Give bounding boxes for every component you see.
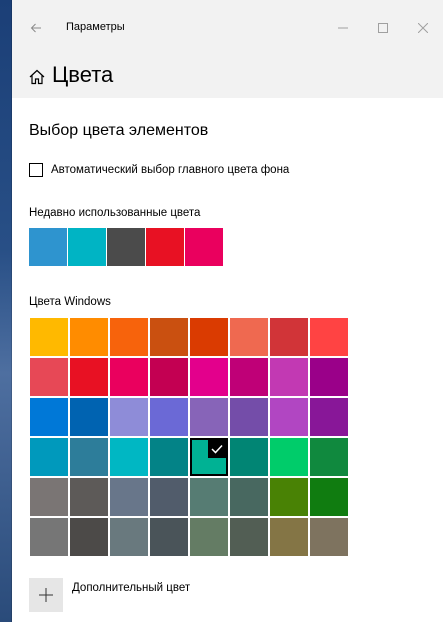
color-swatch[interactable] xyxy=(310,318,348,356)
color-swatch[interactable] xyxy=(30,518,68,556)
windows-colors-grid xyxy=(30,318,348,556)
color-swatch[interactable] xyxy=(70,478,108,516)
back-arrow-icon xyxy=(30,23,41,33)
color-swatch[interactable] xyxy=(230,398,268,436)
color-swatch[interactable] xyxy=(30,318,68,356)
color-swatch[interactable] xyxy=(230,318,268,356)
color-swatch[interactable] xyxy=(150,478,188,516)
color-swatch[interactable] xyxy=(270,518,308,556)
color-swatch[interactable] xyxy=(190,358,228,396)
color-swatch[interactable] xyxy=(110,478,148,516)
windows-colors-label: Цвета Windows xyxy=(29,296,111,308)
settings-window: Параметры Цвета Выбор цвета элементов Ав… xyxy=(12,0,443,622)
color-swatch[interactable] xyxy=(150,318,188,356)
custom-color-row[interactable]: Дополнительный цвет xyxy=(29,578,190,612)
color-swatch[interactable] xyxy=(230,358,268,396)
color-swatch[interactable] xyxy=(310,438,348,476)
recent-colors-row xyxy=(29,228,223,266)
recent-color-swatch[interactable] xyxy=(146,228,184,266)
color-swatch[interactable] xyxy=(110,318,148,356)
color-swatch[interactable] xyxy=(70,358,108,396)
section-title: Выбор цвета элементов xyxy=(29,122,209,139)
color-swatch[interactable] xyxy=(150,358,188,396)
color-swatch[interactable] xyxy=(70,518,108,556)
color-swatch[interactable] xyxy=(310,358,348,396)
color-swatch[interactable] xyxy=(190,478,228,516)
minimize-button[interactable] xyxy=(323,14,363,42)
color-swatch[interactable] xyxy=(190,318,228,356)
close-icon xyxy=(418,23,428,33)
minimize-icon xyxy=(338,27,348,29)
page-header: Цвета xyxy=(12,56,443,98)
color-swatch[interactable] xyxy=(70,318,108,356)
maximize-button[interactable] xyxy=(363,14,403,42)
color-swatch[interactable] xyxy=(190,398,228,436)
window-controls xyxy=(323,14,443,42)
color-swatch[interactable] xyxy=(30,478,68,516)
recent-color-swatch[interactable] xyxy=(185,228,223,266)
page-title: Цвета xyxy=(52,62,114,87)
plus-icon xyxy=(39,588,53,602)
checkmark-icon xyxy=(208,440,226,458)
color-swatch[interactable] xyxy=(70,438,108,476)
color-swatch[interactable] xyxy=(110,398,148,436)
custom-color-label: Дополнительный цвет xyxy=(72,582,191,594)
color-swatch[interactable] xyxy=(270,398,308,436)
color-swatch[interactable] xyxy=(270,318,308,356)
color-swatch[interactable] xyxy=(230,478,268,516)
recent-colors-label: Недавно использованные цвета xyxy=(29,207,201,219)
color-swatch[interactable] xyxy=(70,398,108,436)
color-swatch[interactable] xyxy=(110,438,148,476)
title-bar: Параметры xyxy=(12,0,443,56)
color-swatch[interactable] xyxy=(150,438,188,476)
color-swatch[interactable] xyxy=(230,438,268,476)
auto-color-checkbox[interactable] xyxy=(29,163,43,177)
recent-color-swatch[interactable] xyxy=(107,228,145,266)
color-swatch[interactable] xyxy=(310,398,348,436)
color-swatch[interactable] xyxy=(30,398,68,436)
auto-color-checkbox-row[interactable]: Автоматический выбор главного цвета фона xyxy=(29,163,289,177)
color-swatch[interactable] xyxy=(110,358,148,396)
back-button[interactable] xyxy=(24,16,48,40)
color-swatch[interactable] xyxy=(230,518,268,556)
close-button[interactable] xyxy=(403,14,443,42)
window-title: Параметры xyxy=(66,21,125,33)
color-swatch[interactable] xyxy=(310,478,348,516)
color-swatch[interactable] xyxy=(150,398,188,436)
color-swatch-selected[interactable] xyxy=(190,438,228,476)
color-swatch[interactable] xyxy=(270,438,308,476)
color-swatch[interactable] xyxy=(30,438,68,476)
color-swatch[interactable] xyxy=(270,358,308,396)
home-icon[interactable] xyxy=(28,68,46,86)
color-swatch[interactable] xyxy=(110,518,148,556)
auto-color-checkbox-label: Автоматический выбор главного цвета фона xyxy=(51,164,290,176)
maximize-icon xyxy=(378,23,388,33)
add-custom-color-button[interactable] xyxy=(29,578,63,612)
color-swatch[interactable] xyxy=(150,518,188,556)
color-swatch[interactable] xyxy=(30,358,68,396)
recent-color-swatch[interactable] xyxy=(29,228,67,266)
color-swatch[interactable] xyxy=(310,518,348,556)
color-swatch[interactable] xyxy=(270,478,308,516)
color-swatch[interactable] xyxy=(190,518,228,556)
recent-color-swatch[interactable] xyxy=(68,228,106,266)
